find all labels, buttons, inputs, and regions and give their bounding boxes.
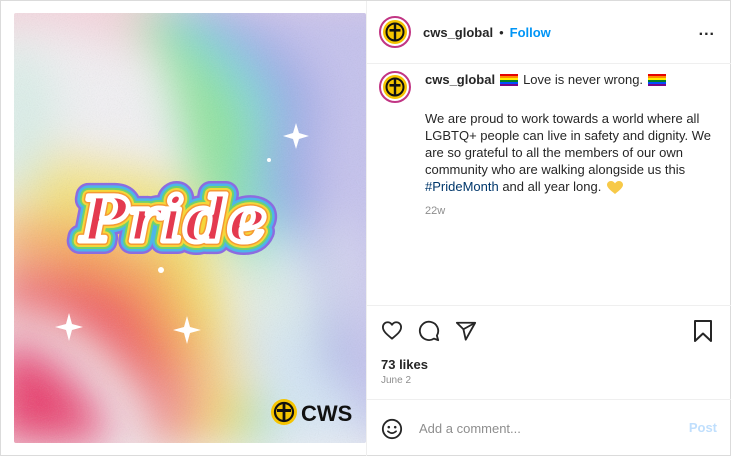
action-bar: 73 likes June 2 xyxy=(367,305,731,399)
header-username[interactable]: cws_global xyxy=(423,25,493,40)
share-icon[interactable] xyxy=(455,320,477,342)
caption-username[interactable]: cws_global xyxy=(425,71,495,88)
caption-body: cws_global Love is never wrong. We are p xyxy=(425,71,725,220)
post-frame: Pride Pride Pride Pride Pride Pride CWS xyxy=(0,0,731,456)
post-header: cws_global • Follow ... xyxy=(367,1,731,64)
pride-wordmark: Pride xyxy=(79,183,267,256)
caption-text: We are proud to work towards a world whe… xyxy=(425,110,725,195)
pride-artwork: Pride Pride Pride Pride Pride Pride CWS xyxy=(14,13,366,443)
hashtag-link[interactable]: #PrideMonth xyxy=(425,179,499,194)
rainbow-flag-emoji xyxy=(500,73,519,86)
caption-body-text: We are proud to work towards a world whe… xyxy=(425,111,712,177)
cws-logo: CWS xyxy=(271,399,352,426)
caption-headline-text: Love is never wrong. xyxy=(523,72,644,87)
avatar[interactable] xyxy=(379,16,411,48)
comment-icon[interactable] xyxy=(418,320,440,342)
comment-box: Post xyxy=(367,399,731,456)
follow-button[interactable]: Follow xyxy=(510,25,551,40)
post-date: June 2 xyxy=(381,375,412,386)
caption-headline: cws_global Love is never wrong. xyxy=(425,71,725,88)
caption: cws_global Love is never wrong. We are p xyxy=(379,71,725,220)
caption-body-end: and all year long. xyxy=(498,179,602,194)
likes-count[interactable]: 73 likes xyxy=(381,357,428,372)
save-button[interactable] xyxy=(694,320,712,342)
post-sidebar: cws_global • Follow ... cws_global Love … xyxy=(366,1,731,456)
bookmark-icon xyxy=(694,320,712,342)
yellow-heart-emoji xyxy=(606,180,623,194)
post-image[interactable]: Pride Pride Pride Pride Pride Pride CWS xyxy=(14,13,366,443)
cws-avatar-icon xyxy=(379,71,411,103)
cws-avatar-icon xyxy=(379,16,411,48)
comment-input[interactable] xyxy=(419,421,669,436)
post-comment-button[interactable]: Post xyxy=(689,420,717,435)
caption-avatar[interactable] xyxy=(379,71,411,103)
post-age[interactable]: 22w xyxy=(425,203,725,220)
action-icons xyxy=(381,320,477,342)
separator-dot: • xyxy=(499,24,504,40)
rainbow-flag-emoji xyxy=(648,73,667,86)
heart-icon[interactable] xyxy=(381,320,403,340)
emoji-icon[interactable] xyxy=(381,418,403,440)
svg-text:CWS: CWS xyxy=(301,401,352,426)
more-options-icon[interactable]: ... xyxy=(699,23,715,39)
